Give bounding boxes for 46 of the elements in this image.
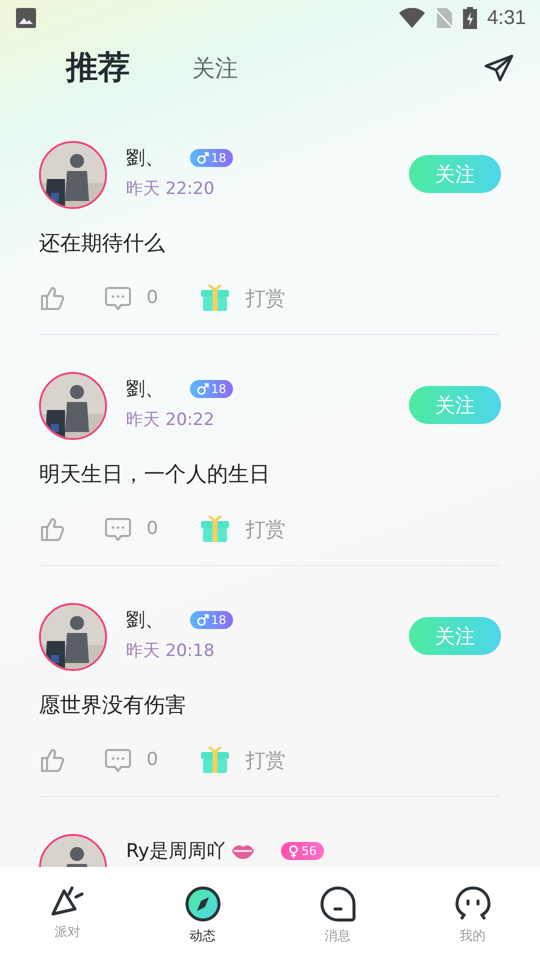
compass-icon[interactable] [184, 886, 220, 922]
post-time: 昨天 22:20 [126, 178, 216, 200]
reward-label[interactable]: 打赏 [246, 746, 286, 774]
nav-label[interactable]: 派对 [54, 923, 80, 941]
nav-label[interactable]: 消息 [324, 927, 350, 945]
gender-age-badge: 18 [190, 380, 234, 398]
image-icon [16, 8, 36, 28]
reward-label[interactable]: 打赏 [246, 516, 286, 542]
battery-charging-icon [463, 7, 478, 29]
no-sim-icon [435, 8, 454, 28]
nav-label[interactable]: 动态 [190, 927, 216, 945]
wifi-icon [399, 8, 426, 28]
comment-count: 0 [147, 287, 158, 309]
female-icon [288, 844, 300, 858]
user-name: Ry是周周吖 [126, 840, 226, 862]
thumbs-up-icon[interactable] [39, 285, 65, 311]
post-text: 明天生日，一个人的生日 [39, 461, 271, 488]
male-icon [197, 383, 209, 395]
male-icon [197, 614, 209, 626]
thumbs-up-icon[interactable] [39, 747, 65, 773]
gender-age-badge: 18 [190, 149, 234, 167]
feed-tab[interactable]: 推荐 [66, 46, 130, 90]
nav-label[interactable]: 我的 [460, 927, 486, 945]
reward-label[interactable]: 打赏 [246, 284, 286, 312]
gender-age-badge: 18 [190, 611, 234, 629]
post-time: 昨天 20:18 [126, 640, 216, 662]
comment-count: 0 [147, 518, 158, 540]
status-time: 4:31 [487, 6, 526, 30]
user-name: 劉、 [126, 378, 164, 400]
follow-button[interactable]: 关注 [409, 386, 501, 424]
feed-tab[interactable]: 关注 [192, 52, 238, 84]
message-bubble-icon[interactable] [320, 886, 356, 922]
post-time: 昨天 20:22 [126, 409, 216, 431]
party-horn-icon[interactable] [50, 886, 86, 918]
male-icon [197, 152, 209, 164]
thumbs-up-icon[interactable] [39, 516, 65, 542]
follow-button[interactable]: 关注 [409, 155, 501, 193]
comment-count: 0 [147, 749, 158, 771]
user-name: 劉、 [126, 609, 164, 631]
gender-age-badge: 56 [281, 842, 324, 860]
send-icon[interactable] [484, 54, 514, 82]
post-text: 愿世界没有伤害 [39, 692, 187, 719]
ghost-face-icon[interactable] [454, 886, 490, 922]
follow-button[interactable]: 关注 [409, 617, 501, 655]
user-name: 劉、 [126, 147, 164, 169]
post-text: 还在期待什么 [39, 230, 166, 257]
